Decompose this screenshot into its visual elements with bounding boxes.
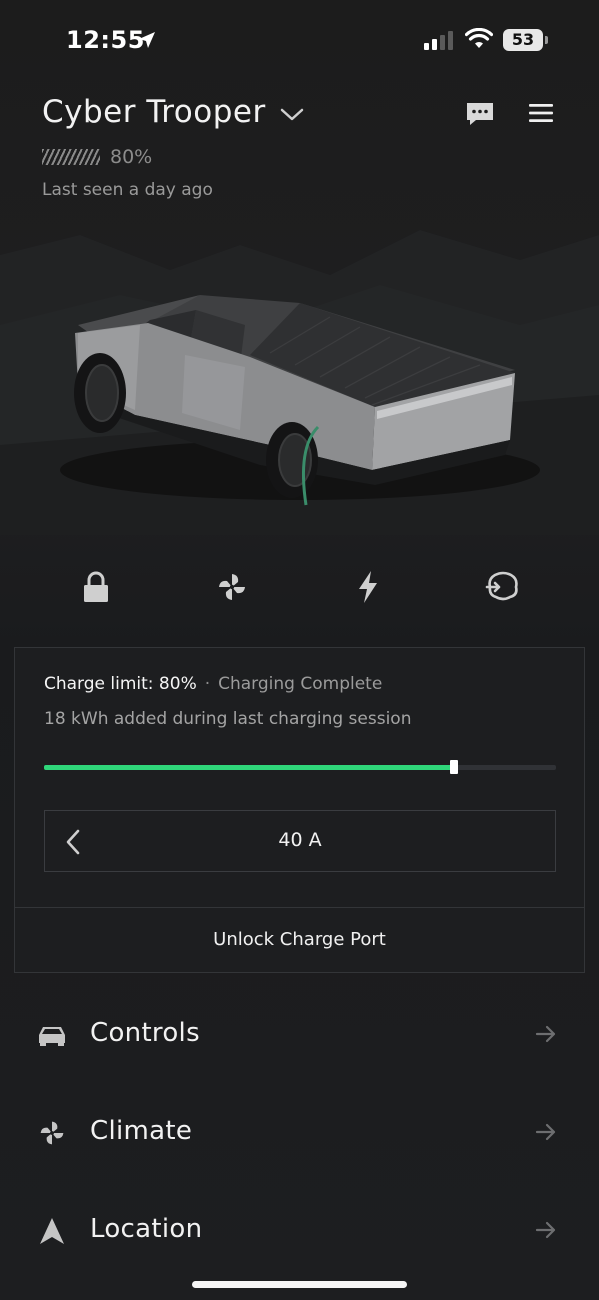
charge-session-text: 18 kWh added during last charging sessio…	[44, 709, 412, 729]
cellular-signal-icon	[424, 30, 453, 50]
charge-summary: Charge limit: 80% · Charging Complete	[44, 674, 382, 694]
battery-level-bar	[42, 149, 100, 165]
menu-icon[interactable]	[528, 102, 554, 124]
charge-current-value: 40 A	[278, 829, 322, 851]
wifi-icon	[465, 28, 493, 48]
lock-icon	[84, 571, 108, 602]
nav-item-controls[interactable]: Controls	[0, 1006, 599, 1066]
charge-limit-fill	[44, 765, 454, 770]
lightning-icon	[359, 571, 377, 603]
charge-limit-slider[interactable]	[44, 760, 556, 774]
chevron-down-icon	[280, 108, 303, 121]
message-icon[interactable]	[465, 101, 495, 127]
frunk-icon	[485, 571, 518, 601]
vehicle-image	[0, 230, 599, 535]
location-services-icon	[139, 32, 155, 48]
battery-nub	[545, 36, 548, 44]
arrow-right-icon	[535, 1123, 556, 1141]
charging-status: Charging Complete	[218, 674, 383, 694]
arrow-right-icon	[535, 1221, 556, 1239]
charging-card: Charge limit: 80% · Charging Complete 18 k…	[14, 647, 585, 973]
battery-percent: 80%	[110, 146, 153, 168]
lock-button[interactable]	[74, 565, 118, 609]
charge-quick-button[interactable]	[346, 565, 390, 609]
vehicle-selector[interactable]: Cyber Trooper	[42, 94, 304, 130]
fan-icon	[219, 574, 245, 600]
status-time: 12:55	[66, 26, 145, 54]
nav-label-controls: Controls	[90, 1018, 200, 1048]
unlock-charge-port-button[interactable]: Unlock Charge Port	[15, 908, 584, 972]
quick-actions-bar	[0, 565, 599, 615]
vehicle-battery: 80%	[42, 146, 152, 168]
vehicle-name: Cyber Trooper	[42, 94, 266, 130]
frunk-button[interactable]	[481, 565, 525, 609]
battery-indicator: 53	[503, 29, 543, 51]
last-seen-text: Last seen a day ago	[42, 180, 213, 200]
charge-current-control: 40 A	[44, 810, 556, 872]
separator-dot: ·	[204, 674, 211, 694]
nav-item-location[interactable]: Location	[0, 1202, 599, 1262]
nav-label-climate: Climate	[90, 1116, 193, 1146]
nav-label-location: Location	[90, 1214, 203, 1244]
location-arrow-icon	[37, 1216, 67, 1246]
car-icon	[37, 1020, 67, 1050]
arrow-right-icon	[535, 1025, 556, 1043]
fan-icon	[37, 1118, 67, 1148]
home-indicator[interactable]	[192, 1281, 407, 1288]
nav-item-climate[interactable]: Climate	[0, 1104, 599, 1164]
app-screen: 12:55 53 Cyber Trooper 80% Last seen a d…	[0, 0, 599, 1300]
charge-limit-handle[interactable]	[449, 760, 458, 774]
charge-limit-text: Charge limit: 80%	[44, 674, 197, 694]
status-bar: 12:55 53	[0, 0, 599, 80]
climate-quick-button[interactable]	[210, 565, 254, 609]
